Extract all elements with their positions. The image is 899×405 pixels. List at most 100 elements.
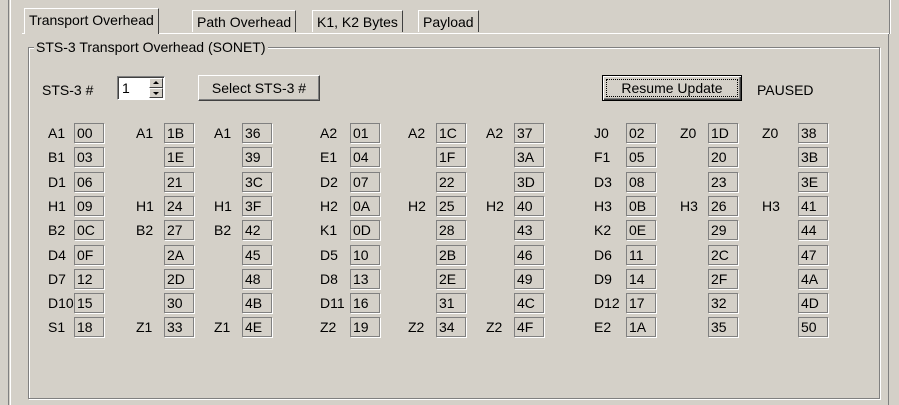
byte-value-field: 13 xyxy=(350,269,380,289)
spin-down-button[interactable] xyxy=(149,88,163,98)
byte-value-field: 36 xyxy=(242,123,272,143)
byte-value-field: 2D xyxy=(164,269,194,289)
byte-value-field: 25 xyxy=(436,196,466,216)
byte-value-field: 03 xyxy=(74,147,104,167)
update-status: PAUSED xyxy=(757,82,814,98)
byte-label: H1 xyxy=(214,198,232,214)
byte-value-field: 3F xyxy=(242,196,272,216)
byte-value-field: 35 xyxy=(708,317,738,337)
byte-value-field: 2A xyxy=(164,245,194,265)
byte-value-field: 3A xyxy=(514,147,544,167)
tab-k1-k2-bytes[interactable]: K1, K2 Bytes xyxy=(312,10,403,32)
byte-label: J0 xyxy=(594,125,609,141)
spinner-buttons xyxy=(149,78,163,98)
byte-value-field: 40 xyxy=(514,196,544,216)
byte-value-field: 2E xyxy=(436,269,466,289)
byte-label: B1 xyxy=(48,149,66,165)
byte-value-field: 3E xyxy=(798,172,828,192)
byte-value-field: 00 xyxy=(74,123,104,143)
byte-label: K1 xyxy=(320,222,338,238)
byte-label: D3 xyxy=(594,174,612,190)
byte-value-field: 50 xyxy=(798,317,828,337)
byte-label: D6 xyxy=(594,247,612,263)
tab-transport-overhead[interactable]: Transport Overhead xyxy=(24,8,159,34)
byte-value-field: 0F xyxy=(74,245,104,265)
byte-value-field: 16 xyxy=(350,293,380,313)
byte-value-field: 15 xyxy=(74,293,104,313)
spin-up-button[interactable] xyxy=(149,78,163,88)
byte-value-field: 3B xyxy=(798,147,828,167)
byte-label: F1 xyxy=(594,149,611,165)
byte-label: H3 xyxy=(762,198,780,214)
byte-value-field: 4F xyxy=(514,317,544,337)
byte-label: Z1 xyxy=(214,319,231,335)
byte-value-field: 02 xyxy=(626,123,656,143)
byte-value-field: 14 xyxy=(626,269,656,289)
byte-value-field: 04 xyxy=(350,147,380,167)
byte-label: Z2 xyxy=(408,319,425,335)
byte-label: H2 xyxy=(486,198,504,214)
byte-value-field: 41 xyxy=(798,196,828,216)
sts-number-label: STS-3 # xyxy=(42,82,94,98)
byte-value-field: 08 xyxy=(626,172,656,192)
byte-label: A2 xyxy=(486,125,504,141)
byte-value-field: 2F xyxy=(708,269,738,289)
byte-value-field: 22 xyxy=(436,172,466,192)
byte-label: Z1 xyxy=(136,319,153,335)
byte-value-field: 1D xyxy=(708,123,738,143)
byte-value-field: 33 xyxy=(164,317,194,337)
byte-value-field: 1E xyxy=(164,147,194,167)
byte-value-field: 26 xyxy=(708,196,738,216)
byte-value-field: 1C xyxy=(436,123,466,143)
byte-value-field: 45 xyxy=(242,245,272,265)
byte-label: A2 xyxy=(408,125,426,141)
byte-value-field: 34 xyxy=(436,317,466,337)
byte-value-field: 20 xyxy=(708,147,738,167)
byte-value-field: 30 xyxy=(164,293,194,313)
byte-label: Z2 xyxy=(320,319,337,335)
byte-label: A1 xyxy=(214,125,232,141)
byte-value-field: 46 xyxy=(514,245,544,265)
byte-label: H1 xyxy=(48,198,66,214)
tab-payload[interactable]: Payload xyxy=(418,10,479,32)
byte-label: H3 xyxy=(680,198,698,214)
byte-value-field: 1B xyxy=(164,123,194,143)
byte-value-field: 2B xyxy=(436,245,466,265)
byte-value-field: 49 xyxy=(514,269,544,289)
byte-label: D1 xyxy=(48,174,66,190)
sts-number-value[interactable]: 1 xyxy=(122,80,130,96)
byte-label: B2 xyxy=(214,222,232,238)
byte-value-field: 0D xyxy=(350,220,380,240)
byte-value-field: 3C xyxy=(242,172,272,192)
byte-label: D8 xyxy=(320,271,338,287)
byte-value-field: 28 xyxy=(436,220,466,240)
byte-label: B2 xyxy=(136,222,154,238)
byte-value-field: 23 xyxy=(708,172,738,192)
window-frame-left xyxy=(0,0,9,405)
byte-value-field: 39 xyxy=(242,147,272,167)
focus-rectangle xyxy=(606,79,738,97)
byte-label: D11 xyxy=(320,295,345,311)
byte-value-field: 05 xyxy=(626,147,656,167)
byte-label: D7 xyxy=(48,271,66,287)
byte-value-field: 27 xyxy=(164,220,194,240)
sts-number-spinner[interactable]: 1 xyxy=(117,76,165,100)
byte-value-field: 48 xyxy=(242,269,272,289)
byte-value-field: 21 xyxy=(164,172,194,192)
byte-label: E1 xyxy=(320,149,338,165)
resume-update-button[interactable]: Resume Update xyxy=(602,75,742,101)
byte-label: H1 xyxy=(136,198,154,214)
byte-label: H2 xyxy=(408,198,426,214)
byte-label: Z0 xyxy=(762,125,779,141)
byte-value-field: 1F xyxy=(436,147,466,167)
byte-value-field: 09 xyxy=(74,196,104,216)
byte-label: H3 xyxy=(594,198,612,214)
byte-label: H2 xyxy=(320,198,338,214)
arrow-up-icon xyxy=(153,81,159,84)
byte-value-field: 12 xyxy=(74,269,104,289)
splitter-edge-highlight xyxy=(890,0,891,34)
byte-label: A1 xyxy=(48,125,66,141)
window-frame-highlight xyxy=(10,0,11,405)
tab-path-overhead[interactable]: Path Overhead xyxy=(192,10,297,32)
select-sts-button[interactable]: Select STS-3 # xyxy=(198,75,320,101)
